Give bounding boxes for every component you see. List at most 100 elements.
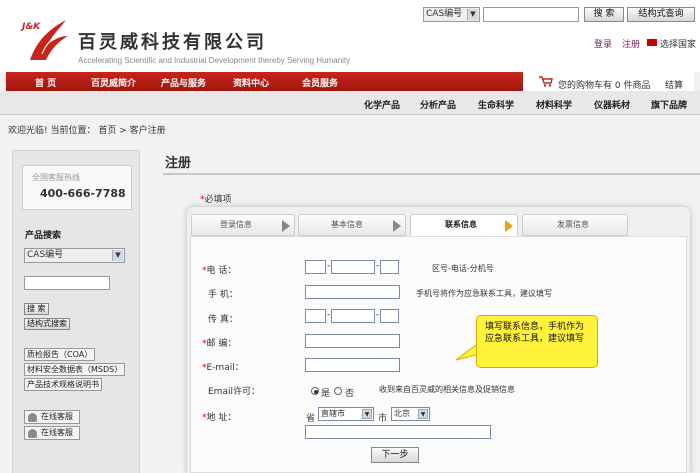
sidebar-search-type-value: CAS编号 [27,250,64,260]
dash-separator: - [327,261,331,271]
mobile-hint: 手机号将作为应急联系工具，建议填写 [416,289,552,298]
chevron-down-icon: ▼ [467,9,478,20]
mobile-label: 手 机： [208,290,238,300]
step-label: 发票信息 [557,220,589,229]
step-login-info[interactable]: 登录信息 [191,214,295,236]
city-value: 北京 [394,409,410,418]
step-basic-info[interactable]: 基本信息 [298,214,406,236]
online-service-button-1[interactable]: 在线客服 [24,410,80,424]
email-input[interactable] [305,358,400,372]
select-country-link[interactable]: 选择国家 [660,37,696,50]
header-search-type-value: CAS编号 [426,9,463,19]
email-permit-hint: 收到来自百灵威的相关信息及促销信息 [379,385,515,394]
header-search-button[interactable]: 搜 索 [584,7,624,22]
logo-text: J&K [22,22,41,32]
sidebar-search-button[interactable]: 搜 索 [24,303,49,315]
online-service-label: 在线客服 [41,412,73,421]
step-label: 联系信息 [445,220,477,229]
city-select[interactable]: 北京 ▼ [391,407,430,421]
company-name: 百灵威科技有限公司 [78,32,267,53]
email-permit-no-label: 否 [345,389,355,399]
chevron-down-icon: ▼ [362,409,372,419]
email-permit-yes-label: 是 [321,389,331,399]
person-icon [28,429,37,438]
step-invoice-info[interactable]: 发票信息 [522,214,628,236]
nav-item-products[interactable]: 产品与服务 [161,76,206,89]
sidebar-structure-search-button[interactable]: 结构式搜索 [24,318,70,330]
spec-sheet-link[interactable]: 产品技术规格说明书 [24,378,102,391]
email-permit-yes-radio[interactable] [311,387,319,395]
cart-summary: 您的购物车有 0 件商品 [558,81,651,91]
address-detail-input[interactable] [305,425,491,439]
chevron-down-icon: ▼ [418,409,428,419]
email-label-text: E-mail： [206,363,244,373]
mobile-input[interactable] [305,285,400,299]
province-value: 直辖市 [321,409,345,418]
title-divider [163,173,700,175]
dash-separator: - [376,310,380,320]
step-contact-info[interactable]: 联系信息 [410,214,518,236]
fax-number-input[interactable] [331,309,375,323]
msds-link[interactable]: 材料安全数据表（MSDS） [24,363,126,376]
email-label: *E-mail： [202,360,244,373]
step-label: 登录信息 [220,220,252,229]
dash-separator: - [376,261,380,271]
online-service-label: 在线客服 [41,428,73,437]
fax-label: 传 真： [208,315,238,325]
chevron-right-icon [282,220,290,232]
online-service-button-2[interactable]: 在线客服 [24,426,80,440]
subnav-chemicals[interactable]: 化学产品 [364,98,400,111]
contact-info-tooltip: 填写联系信息，手机作为应急联系工具，建议填写 [476,315,598,368]
page-title: 注册 [165,156,192,171]
nav-item-resources[interactable]: 资料中心 [233,76,269,89]
dash-separator: - [327,310,331,320]
breadcrumb: 欢迎光临! 当前位置： 首页 > 客户注册 [8,126,166,136]
register-link[interactable]: 注册 [622,37,640,50]
product-search-heading: 产品搜索 [25,231,62,241]
china-flag-icon [647,39,657,46]
header-search-type-select[interactable]: CAS编号 ▼ [423,7,480,22]
cart-icon[interactable] [539,76,553,87]
city-label: 市 [378,414,388,424]
phone-extension-input[interactable] [380,260,399,274]
chevron-right-icon [505,220,513,232]
required-note: *必填项 [200,192,232,205]
zip-label-text: 邮 编： [206,339,237,349]
phone-label-text: 电 话： [206,266,237,276]
fax-area-code-input[interactable] [305,309,326,323]
zip-input[interactable] [305,334,400,348]
header-search-input[interactable] [483,7,579,22]
email-permit-no-radio[interactable] [334,387,342,395]
chevron-down-icon: ▼ [112,250,123,261]
hotline-label: 全国客服热线 [32,173,80,182]
structure-search-button[interactable]: 结构式查询 [627,7,695,22]
address-label: *地 址： [202,410,236,423]
subnav-life-science[interactable]: 生命科学 [478,98,514,111]
tagline: Accelerating Scientific and Industrial D… [78,56,351,65]
email-permit-label: Email许可： [208,387,260,397]
subnav-brands[interactable]: 旗下品牌 [651,98,687,111]
subnav-analysis[interactable]: 分析产品 [420,98,456,111]
chevron-right-icon [393,220,401,232]
fax-extension-input[interactable] [380,309,399,323]
phone-area-code-input[interactable] [305,260,326,274]
login-link[interactable]: 登录 [594,37,612,50]
step-label: 基本信息 [331,220,363,229]
phone-label: *电 话： [202,263,236,276]
nav-item-about[interactable]: 百灵威简介 [91,76,136,89]
hotline-number: 400-666-7788 [40,187,126,200]
phone-number-input[interactable] [331,260,375,274]
next-step-button[interactable]: 下一步 [371,447,419,463]
coa-link[interactable]: 质检报告（COA） [24,348,96,361]
nav-item-members[interactable]: 会员服务 [302,76,338,89]
checkout-link[interactable]: 结算 [665,78,683,91]
address-label-text: 地 址： [206,413,237,423]
required-note-text: 必填项 [204,195,232,205]
nav-item-home[interactable]: 首 页 [35,76,56,89]
subnav-instruments[interactable]: 仪器耗材 [594,98,630,111]
subnav-materials[interactable]: 材料科学 [536,98,572,111]
province-select[interactable]: 直辖市 ▼ [318,407,374,421]
phone-hint: 区号-电话-分机号 [432,264,494,273]
sidebar-search-input[interactable] [24,276,110,290]
sidebar-search-type-select[interactable]: CAS编号 ▼ [24,248,125,263]
